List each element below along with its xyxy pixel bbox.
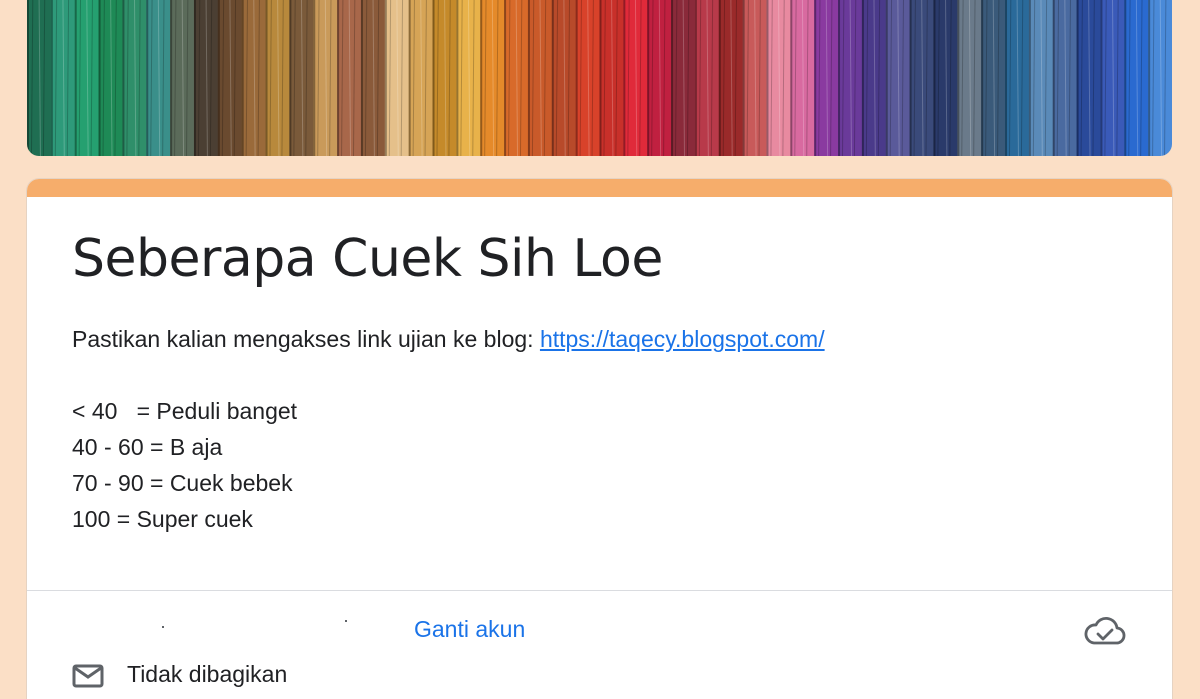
yarn-gap [671,0,674,156]
yarn-gap [599,0,602,156]
yarn-gap [551,0,554,156]
form-title: Seberapa Cuek Sih Loe [72,229,663,289]
yarn-gap [957,0,960,156]
yarn-gap [623,0,626,156]
yarn-gap [337,0,340,156]
yarn-gap [122,0,125,156]
form-header-card: Seberapa Cuek Sih Loe Pastikan kalian me… [27,179,1172,699]
yarn-gap [1148,0,1151,156]
yarn-gap [694,0,697,156]
score-line: < 40 = Peduli banget [72,398,298,424]
yarn-gap [1100,0,1103,156]
yarn-gap [408,0,411,156]
yarn-gap [432,0,435,156]
yarn-gap [1052,0,1055,156]
yarn-gap [74,0,77,156]
form-description: Pastikan kalian mengakses link ujian ke … [72,321,825,537]
score-line: 100 = Super cuek [72,506,253,532]
yarn-gap [861,0,864,156]
yarn-gap [27,0,29,156]
description-intro: Pastikan kalian mengakses link ujian ke … [72,321,825,357]
yarn-gap [981,0,984,156]
yarn-gap [193,0,196,156]
cloud-check-icon [1084,616,1126,645]
switch-account-link[interactable]: Ganti akun [414,616,525,643]
yarn-gap [480,0,483,156]
yarn-gap [265,0,268,156]
card-accent-bar [27,179,1172,197]
yarn-gap [289,0,292,156]
yarn-gap [742,0,745,156]
yarn-gap [527,0,530,156]
yarn-gap [98,0,101,156]
yarn-gap [241,0,244,156]
yarn-gap [360,0,363,156]
mail-icon [72,664,104,688]
score-line: 70 - 90 = Cuek bebek [72,470,293,496]
yarn-gap [1005,0,1008,156]
yarn-gap [384,0,387,156]
yarn-gap [933,0,936,156]
yarn-gap [50,0,53,156]
yarn-gap [313,0,316,156]
yarn-gap [1076,0,1079,156]
yarn-gap [146,0,149,156]
yarn-gap [814,0,817,156]
yarn-gap [170,0,173,156]
blog-link[interactable]: https://taqecy.blogspot.com/ [540,326,825,352]
yarn-gap [504,0,507,156]
yarn-gap [575,0,578,156]
redacted-email-mark [162,626,164,628]
yarn-gap [718,0,721,156]
section-divider [27,590,1172,591]
score-line: 40 - 60 = B aja [72,434,223,460]
yarn-gap [1028,0,1031,156]
yarn-gap [838,0,841,156]
yarn-gap [456,0,459,156]
yarn-gap [647,0,650,156]
header-banner-image [27,0,1172,156]
yarn-gap [790,0,793,156]
redacted-email-mark [345,620,347,622]
yarn-gap [217,0,220,156]
yarn-gap [885,0,888,156]
description-prefix: Pastikan kalian mengakses link ujian ke … [72,326,540,352]
yarn-gap [766,0,769,156]
yarn-gap [909,0,912,156]
yarn-strands-image [27,0,1172,156]
yarn-gap [1124,0,1127,156]
